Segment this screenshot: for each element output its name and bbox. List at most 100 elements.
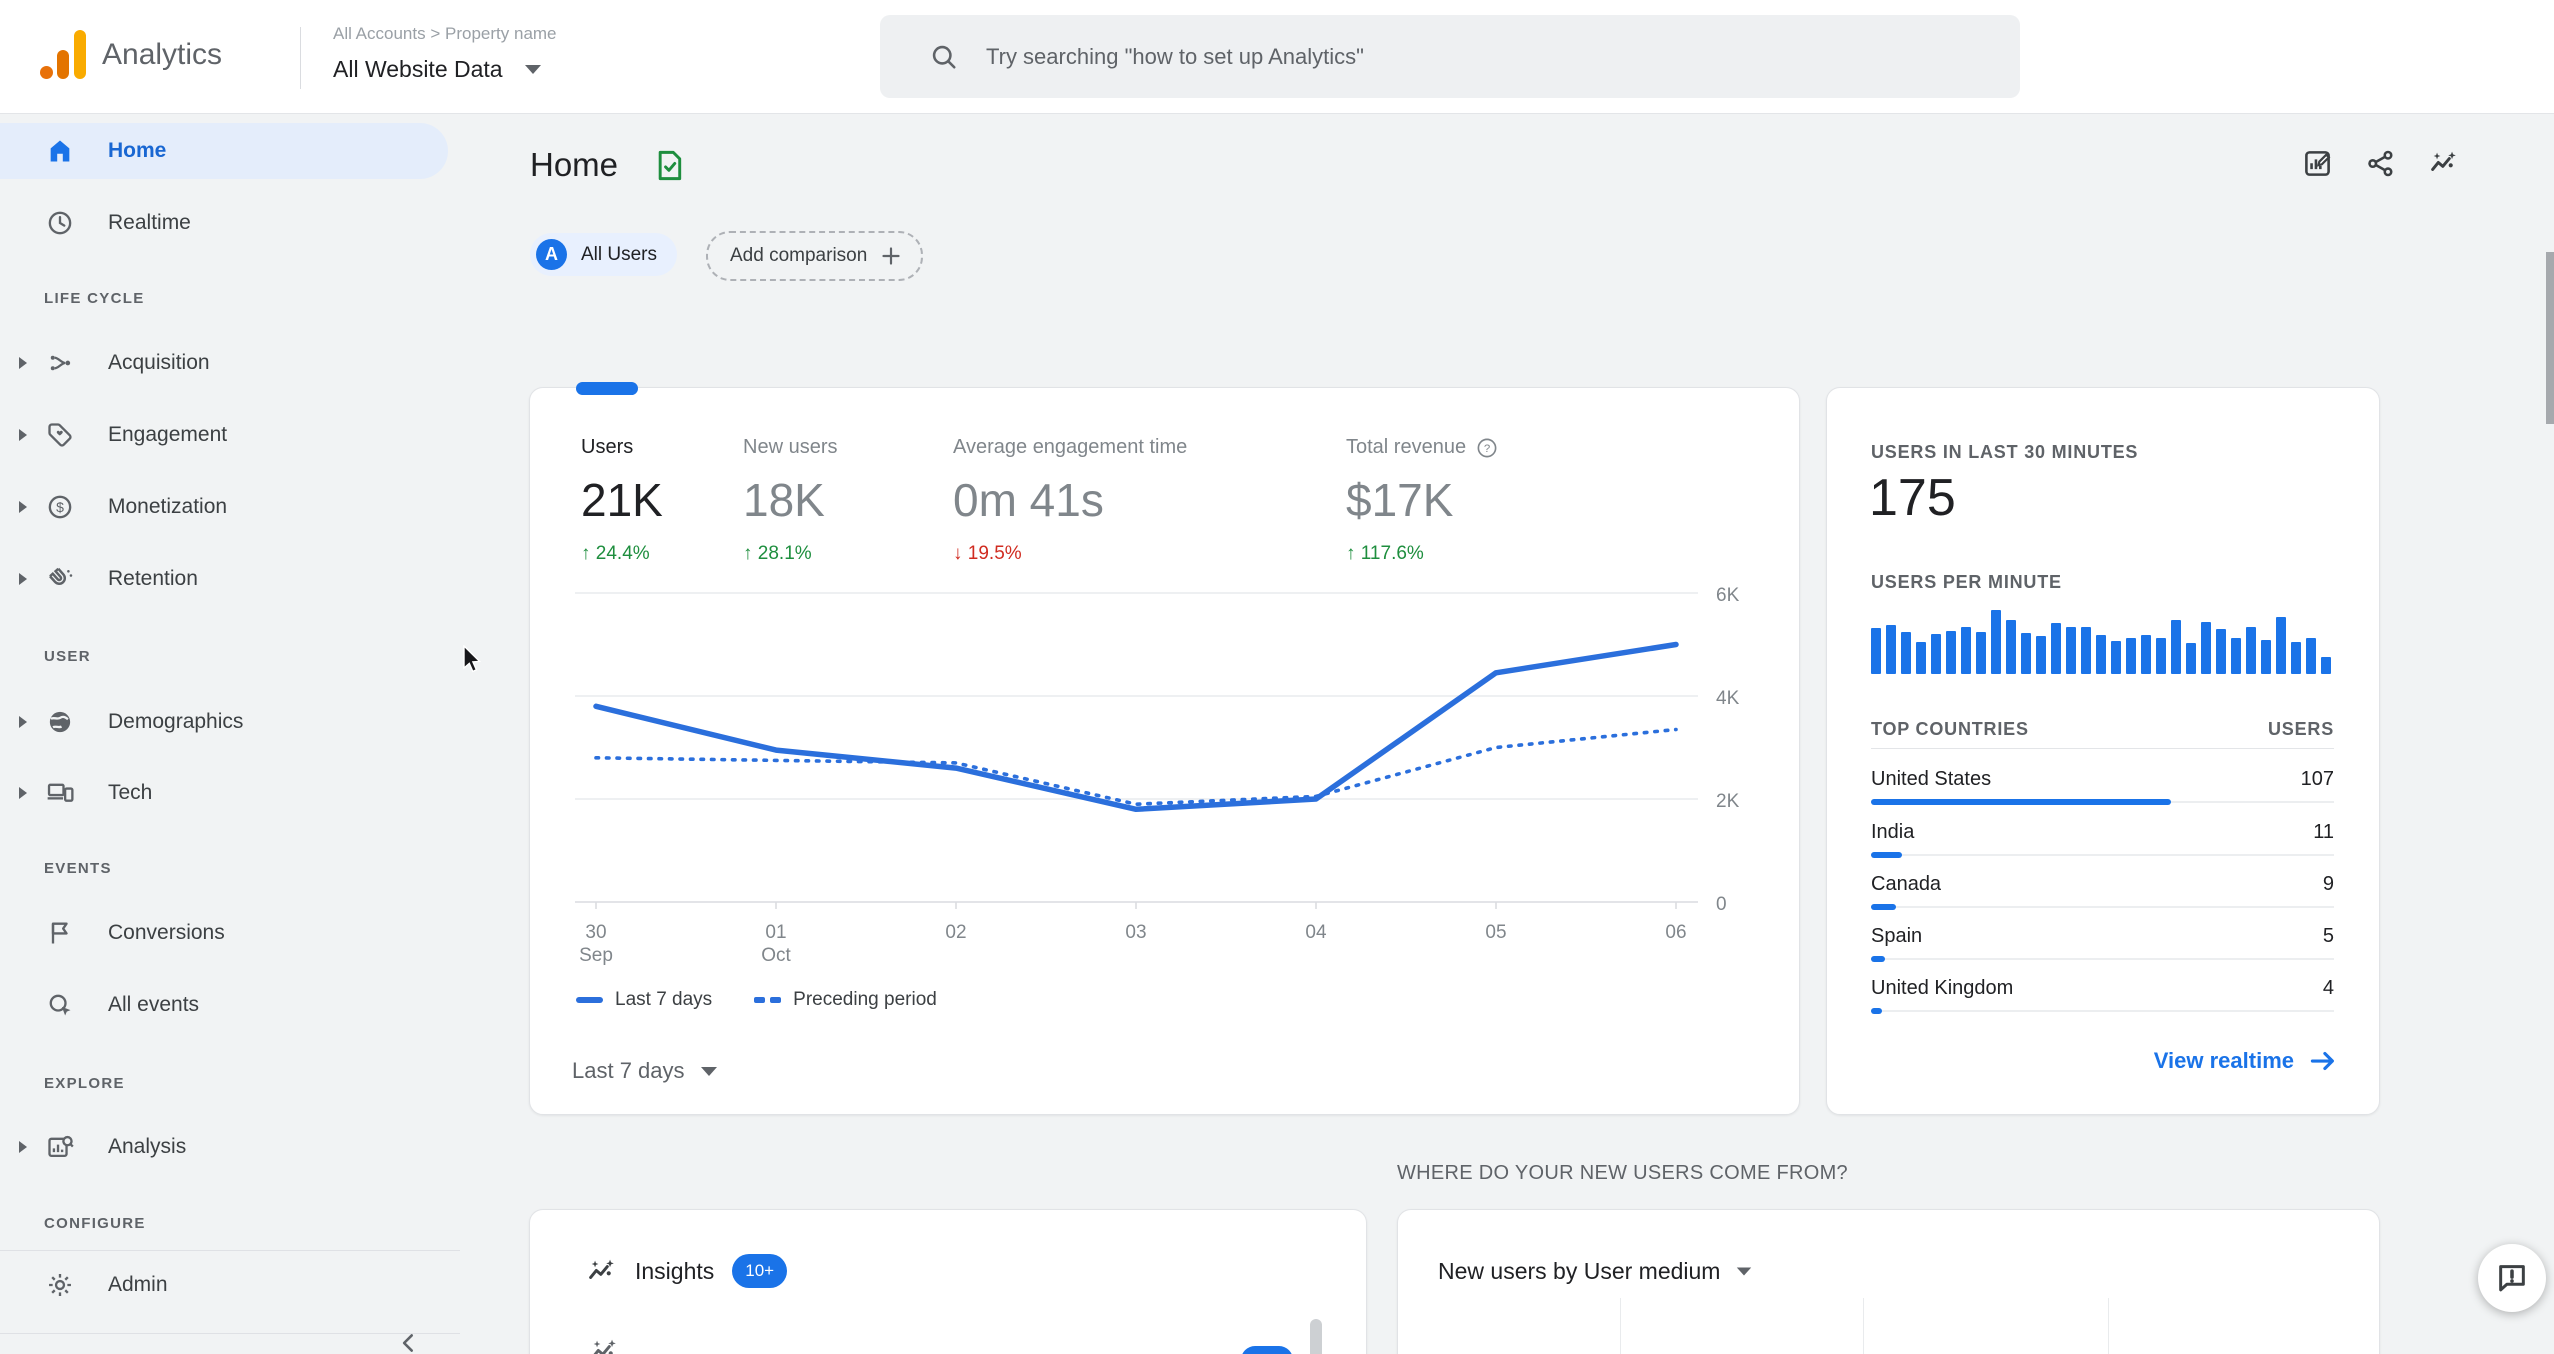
- add-comparison-button[interactable]: Add comparison: [706, 231, 924, 281]
- sidebar-item-label: Tech: [108, 781, 153, 804]
- metric-label: Total revenue?: [1346, 436, 1498, 459]
- collapse-sidebar-icon[interactable]: [396, 1330, 422, 1354]
- metric-average-engagement-time[interactable]: Average engagement time 0m 41s ↓ 19.5%: [953, 436, 1187, 565]
- property-selector[interactable]: All Website Data: [333, 56, 541, 83]
- breadcrumb-property[interactable]: Property name: [445, 24, 557, 43]
- insight-partial-button[interactable]: [1241, 1346, 1293, 1354]
- sidebar-item-admin[interactable]: Admin: [0, 1257, 448, 1313]
- sidebar-divider: [0, 1250, 460, 1251]
- insights-icon[interactable]: [2428, 148, 2459, 179]
- search-bar[interactable]: [880, 15, 2020, 98]
- sidebar-item-conversions[interactable]: Conversions: [0, 905, 448, 961]
- gridline: [2108, 1298, 2109, 1354]
- sidebar-item-monetization[interactable]: $ Monetization: [0, 479, 448, 535]
- metric-new-users[interactable]: New users 18K ↑ 28.1%: [743, 436, 837, 565]
- metric-total-revenue[interactable]: Total revenue? $17K ↑ 117.6%: [1346, 436, 1498, 565]
- minute-bar: [1946, 631, 1956, 674]
- country-name: United Kingdom: [1871, 977, 2014, 999]
- country-users: 4: [2322, 977, 2334, 999]
- sidebar-item-all-events[interactable]: All events: [0, 977, 448, 1033]
- metric-users[interactable]: Users 21K ↑ 24.4%: [581, 436, 663, 565]
- page-title: Home: [530, 146, 619, 183]
- sidebar-item-analysis[interactable]: Analysis: [0, 1119, 448, 1175]
- minute-bar: [1901, 632, 1911, 674]
- insights-scrollbar[interactable]: [1310, 1319, 1322, 1354]
- new-users-card-title[interactable]: New users by User medium: [1438, 1258, 1752, 1285]
- search-input[interactable]: [984, 42, 1888, 71]
- minute-bar: [2261, 640, 2271, 674]
- expand-caret-icon[interactable]: [16, 429, 30, 441]
- property-selector-label: All Website Data: [333, 56, 503, 82]
- sidebar-item-label: Analysis: [108, 1135, 187, 1158]
- metric-value: 18K: [743, 474, 825, 526]
- svg-text:2K: 2K: [1716, 791, 1740, 812]
- minute-bar: [2201, 622, 2211, 674]
- sidebar-section-events: EVENTS: [44, 860, 112, 877]
- svg-text:Sep: Sep: [579, 945, 613, 966]
- users-column-header: USERS: [2267, 719, 2334, 739]
- sidebar-item-label: Conversions: [108, 921, 225, 944]
- expand-caret-icon[interactable]: [16, 501, 30, 513]
- analysis-icon: [46, 1133, 74, 1161]
- new-users-card: New users by User medium: [1397, 1209, 2380, 1354]
- country-bar: [1871, 852, 1902, 858]
- share-icon[interactable]: [2365, 148, 2396, 179]
- sidebar-item-demographics[interactable]: Demographics: [0, 694, 448, 750]
- sidebar-item-home[interactable]: Home: [0, 123, 448, 179]
- minute-bar: [2186, 643, 2196, 674]
- demographics-icon: [46, 708, 74, 736]
- view-realtime-link[interactable]: View realtime: [2154, 1046, 2338, 1076]
- country-bar: [1871, 904, 1896, 910]
- minute-bar: [2126, 638, 2136, 674]
- sidebar-item-acquisition[interactable]: Acquisition: [0, 335, 448, 391]
- users-per-minute-label: USERS PER MINUTE: [1871, 572, 2062, 592]
- expand-caret-icon[interactable]: [16, 357, 30, 369]
- customize-report-icon[interactable]: [2302, 148, 2333, 179]
- metric-label: Average engagement time: [953, 436, 1188, 458]
- sidebar-item-retention[interactable]: Retention: [0, 551, 448, 607]
- breadcrumb-account[interactable]: All Accounts: [333, 24, 426, 43]
- acquisition-icon: [46, 349, 74, 377]
- page-scrollbar[interactable]: [2546, 252, 2554, 424]
- feedback-button[interactable]: [2478, 1244, 2546, 1312]
- breadcrumb[interactable]: All Accounts > Property name: [333, 24, 557, 44]
- insight-item-sparkle-icon: [588, 1336, 619, 1354]
- expand-caret-icon[interactable]: [16, 1141, 30, 1153]
- engagement-icon: [46, 421, 74, 449]
- ga-home-screen: Analytics All Accounts > Property name A…: [0, 0, 2554, 1354]
- expand-caret-icon[interactable]: [16, 716, 30, 728]
- legend-label: Preceding period: [793, 989, 937, 1010]
- insights-count-badge: 10+: [732, 1254, 788, 1288]
- minute-bar: [1916, 642, 1926, 674]
- svg-text:04: 04: [1305, 922, 1327, 943]
- comparison-chip-all-users[interactable]: A All Users: [530, 233, 678, 276]
- sidebar-item-label: Demographics: [108, 710, 244, 733]
- country-users: 11: [2313, 821, 2334, 843]
- sidebar-item-engagement[interactable]: Engagement: [0, 407, 448, 463]
- sidebar-item-realtime[interactable]: Realtime: [0, 195, 448, 251]
- country-bar: [1871, 1008, 1882, 1014]
- sidebar-section-life-cycle: LIFE CYCLE: [44, 290, 145, 307]
- date-range-selector[interactable]: Last 7 days: [572, 1058, 717, 1084]
- home-icon: [46, 137, 74, 165]
- expand-caret-icon[interactable]: [16, 787, 30, 799]
- country-row: Canada 9: [1871, 873, 2334, 923]
- expand-caret-icon[interactable]: [16, 573, 30, 585]
- divider: [1871, 748, 2334, 749]
- breadcrumb-separator: >: [430, 24, 441, 43]
- click-icon: [46, 991, 74, 1019]
- metric-delta: ↑ 117.6%: [1346, 543, 1424, 564]
- minute-bar: [1886, 625, 1896, 674]
- help-circle-icon[interactable]: ?: [1476, 437, 1498, 459]
- country-users: 5: [2322, 925, 2334, 947]
- chart-legend: Last 7 days Preceding period: [576, 989, 937, 1011]
- svg-text:6K: 6K: [1716, 586, 1740, 606]
- chevron-down-icon: [700, 1066, 717, 1076]
- clock-icon: [46, 209, 74, 237]
- comparison-chip-label: All Users: [581, 243, 658, 265]
- search-icon: [930, 43, 958, 71]
- sidebar-item-tech[interactable]: Tech: [0, 765, 448, 821]
- minute-bar: [2051, 623, 2061, 674]
- metric-value: $17K: [1346, 474, 1454, 526]
- top-bar: Analytics All Accounts > Property name A…: [0, 0, 2554, 114]
